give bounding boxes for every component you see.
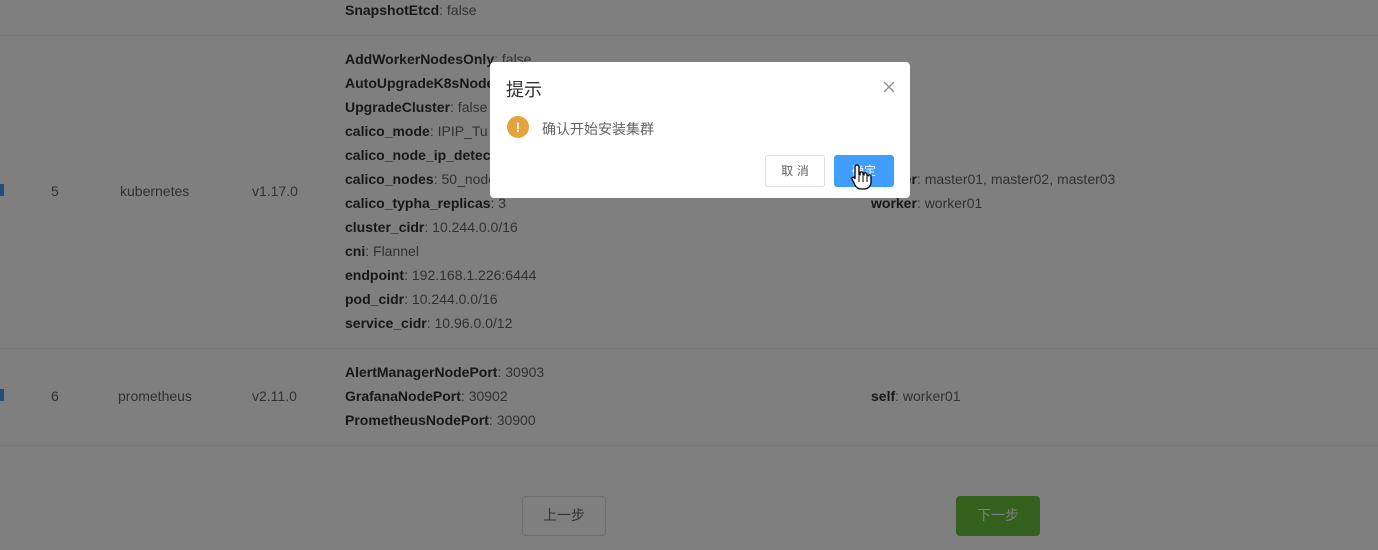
warning-icon: ! bbox=[507, 116, 529, 138]
confirm-dialog: 提示 ! 确认开始安装集群 取 消 确定 bbox=[490, 62, 910, 198]
close-icon[interactable] bbox=[882, 80, 896, 94]
hand-pointer-icon bbox=[851, 164, 872, 190]
dialog-title: 提示 bbox=[506, 80, 542, 101]
cancel-button[interactable]: 取 消 bbox=[765, 155, 825, 187]
dialog-message: 确认开始安装集群 bbox=[542, 122, 654, 138]
